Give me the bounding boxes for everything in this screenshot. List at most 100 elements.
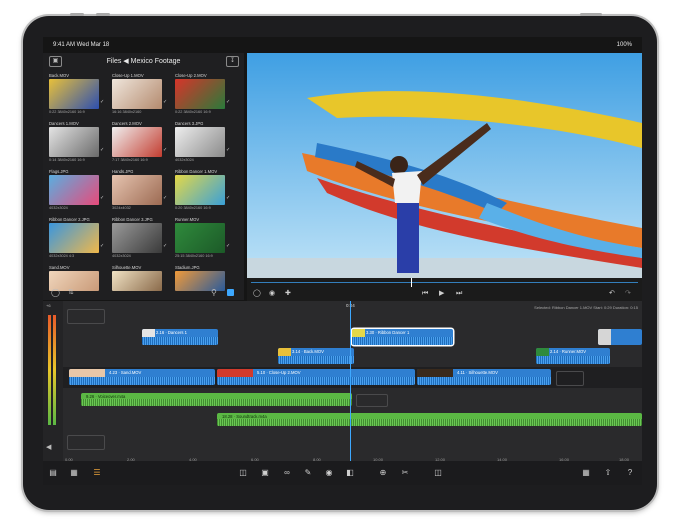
level-label: +6	[46, 303, 51, 308]
play-icon[interactable]: ▶	[439, 290, 444, 298]
voiceover-icon[interactable]: ◉	[269, 290, 275, 298]
clip-runner[interactable]: Runner.MOV 25:15 3840x2160 16:9 ✓	[175, 217, 230, 261]
scissors-icon[interactable]: ✂	[399, 467, 411, 479]
clip-thumbnail	[175, 223, 225, 253]
clip-label: 5.10 · Close-Up 2.MOV	[257, 370, 301, 375]
clip-meta: 16:16 3840x2160	[112, 110, 142, 114]
layout-icon[interactable]: ▦	[580, 467, 592, 479]
browser-header: ▣ Files ◀ Mexico Footage ↧	[43, 53, 244, 71]
clip-ribbon-dancer-3[interactable]: Ribbon Dancer 3.JPG 4032x3024 ✓	[112, 217, 167, 261]
selection-info: Selected: Ribbon Dancer 1.MOV Start: 0:2…	[534, 305, 638, 310]
timeline-clip-silhouette[interactable]: 4.11 · Silhouette.MOV	[417, 369, 551, 385]
viewer-controls: ◯ ◉ ✚ ⏮ ▶ ⏭ ↶ ↷	[247, 287, 642, 301]
audio-clip-soundtrack[interactable]: 18.28 · Soundtrack.m4a	[217, 413, 642, 426]
audio-meter	[53, 315, 56, 425]
clip-label: 4.11 · Silhouette.MOV	[457, 370, 498, 375]
clip-dancers-3[interactable]: Dancers 3.JPG 4032x3024 ✓	[175, 121, 230, 165]
clip-thumbnail	[598, 329, 611, 345]
filter-icon[interactable]	[227, 289, 234, 296]
volume-icon[interactable]: ◀	[46, 443, 51, 451]
clip-thumbnail	[49, 175, 99, 205]
clip-label: 4.23 · Sand.MOV	[109, 370, 142, 375]
sort-icon[interactable]: ⇅	[68, 288, 74, 296]
back-icon[interactable]: ⏮	[422, 290, 428, 298]
clip-waveform	[81, 399, 352, 406]
clip-name: Ribbon Dancer 1.MOV	[175, 169, 218, 174]
clip-flags[interactable]: Flags.JPG 4032x3024 ✓	[49, 169, 104, 213]
timeline-clip-back[interactable]: 3.14 · Back.MOV	[278, 348, 354, 364]
help-icon[interactable]: ?	[624, 467, 636, 479]
timeline-menu-icon[interactable]: ☰	[91, 467, 103, 479]
inspector-icon[interactable]: ◯	[253, 290, 261, 298]
clip-waveform	[417, 377, 551, 385]
clip-thumbnail	[175, 175, 225, 205]
duplicate-icon[interactable]: ◧	[344, 467, 356, 479]
checkmark-icon: ✓	[100, 99, 105, 105]
browser-title: Files ◀ Mexico Footage	[106, 58, 181, 65]
clip-meta: 0:20 3840x2160 16:9	[175, 206, 211, 210]
clip-waveform	[69, 377, 215, 385]
clip-close-up-1[interactable]: Close-Up 1.MOV 16:16 3840x2160 ✓	[112, 73, 167, 117]
status-time: 9:41 AM Wed Mar 18	[53, 42, 110, 48]
camera-icon[interactable]: ◉	[323, 467, 335, 479]
clip-dancers-1[interactable]: Dancers 1.MOV 0:14 3840x2160 16:9 ✓	[49, 121, 104, 165]
trash-icon[interactable]: ◫	[432, 467, 444, 479]
share-icon[interactable]: ⇧	[602, 467, 614, 479]
clip-name: Silhouette.MOV	[112, 265, 142, 270]
clip-name: Dancers 1.MOV	[49, 121, 79, 126]
clip-thumbnail	[112, 127, 162, 157]
clip-waveform	[142, 337, 218, 345]
gap-clip[interactable]	[556, 371, 584, 386]
scrub-track	[251, 282, 638, 283]
gap-clip[interactable]	[67, 435, 105, 450]
clip-name: Runner.MOV	[175, 217, 200, 222]
gap-clip[interactable]	[67, 309, 105, 324]
clip-label: 2.16 · Dancers 1	[156, 330, 187, 335]
transition-icon[interactable]: ▣	[259, 467, 271, 479]
media-browser: ▣ Files ◀ Mexico Footage ↧ Back.MOV 0:22…	[43, 53, 244, 300]
clip-dancers-2[interactable]: Dancers 2.MOV 7:17 3840x2160 16:9 ✓	[112, 121, 167, 165]
clip-meta: 0:14 3840x2160 16:9	[49, 158, 85, 162]
effects-icon[interactable]: ✚	[285, 290, 291, 298]
clip-thumbnail	[175, 127, 225, 157]
clip-hands[interactable]: Hands.JPG 3024x4032 ✓	[112, 169, 167, 213]
inspector-panel-icon[interactable]: ▦	[68, 467, 80, 479]
timeline-clip-close-up-2[interactable]: 5.10 · Close-Up 2.MOV	[217, 369, 415, 385]
gap-clip[interactable]	[356, 394, 388, 407]
redo-icon[interactable]: ↷	[625, 290, 631, 298]
link-icon[interactable]: ∞	[281, 467, 293, 479]
clip-name: Flags.JPG	[49, 169, 69, 174]
browser-footer: ◯ ⇅ ⚲	[43, 286, 244, 300]
clip-meta: 25:15 3840x2160 16:9	[175, 254, 213, 258]
clip-thumbnail	[112, 223, 162, 253]
clip-back[interactable]: Back.MOV 0:22 3840x2160 16:9 ✓	[49, 73, 105, 117]
select-icon[interactable]: ◯	[51, 288, 60, 297]
timeline-clip-dancers-1[interactable]: 2.16 · Dancers 1	[142, 329, 218, 345]
clip-ribbon-dancer-2[interactable]: Ribbon Dancer 2.JPG 4032x3024 4:3 ✓	[49, 217, 104, 261]
status-bar: 9:41 AM Wed Mar 18 100%	[43, 37, 642, 53]
audio-clip-voiceover[interactable]: 9.26 · Voiceover.m4a	[81, 393, 352, 406]
timeline-sidebar: +6 ◀	[43, 301, 63, 461]
timeline-clip-partial[interactable]	[598, 329, 642, 345]
undo-icon[interactable]: ↶	[609, 290, 615, 298]
timeline-clip-sand[interactable]: 4.23 · Sand.MOV	[69, 369, 215, 385]
timeline-clip-ribbon-dancer-1[interactable]: 3.30 · Ribbon Dancer 1	[352, 329, 453, 345]
top-button	[96, 13, 110, 16]
detach-icon[interactable]: ◫	[237, 467, 249, 479]
video-viewer[interactable]	[247, 53, 642, 278]
pencil-icon[interactable]: ✎	[302, 467, 314, 479]
import-icon[interactable]: ↧	[226, 56, 239, 67]
search-icon[interactable]: ⚲	[211, 288, 217, 297]
add-icon[interactable]: ⊕	[377, 467, 389, 479]
forward-icon[interactable]: ⏭	[456, 290, 462, 298]
viewer-scrubber[interactable]	[247, 278, 642, 287]
timeline-playhead[interactable]	[350, 301, 351, 461]
clip-thumbnail	[49, 127, 99, 157]
battery-percent: 100%	[616, 42, 632, 48]
timeline-clip-runner[interactable]: 2.14 · Runner.MOV	[536, 348, 610, 364]
clip-waveform	[217, 419, 642, 426]
clip-close-up-2[interactable]: Close-Up 2.MOV 0:22 3840x2160 16:9 ✓	[175, 73, 230, 117]
timeline[interactable]: +6 ◀ 0:04 Selected: Ribbon Dancer 1.MOV …	[43, 301, 642, 462]
clip-ribbon-dancer-1[interactable]: Ribbon Dancer 1.MOV 0:20 3840x2160 16:9 …	[175, 169, 230, 213]
projects-icon[interactable]: ▤	[47, 467, 59, 479]
